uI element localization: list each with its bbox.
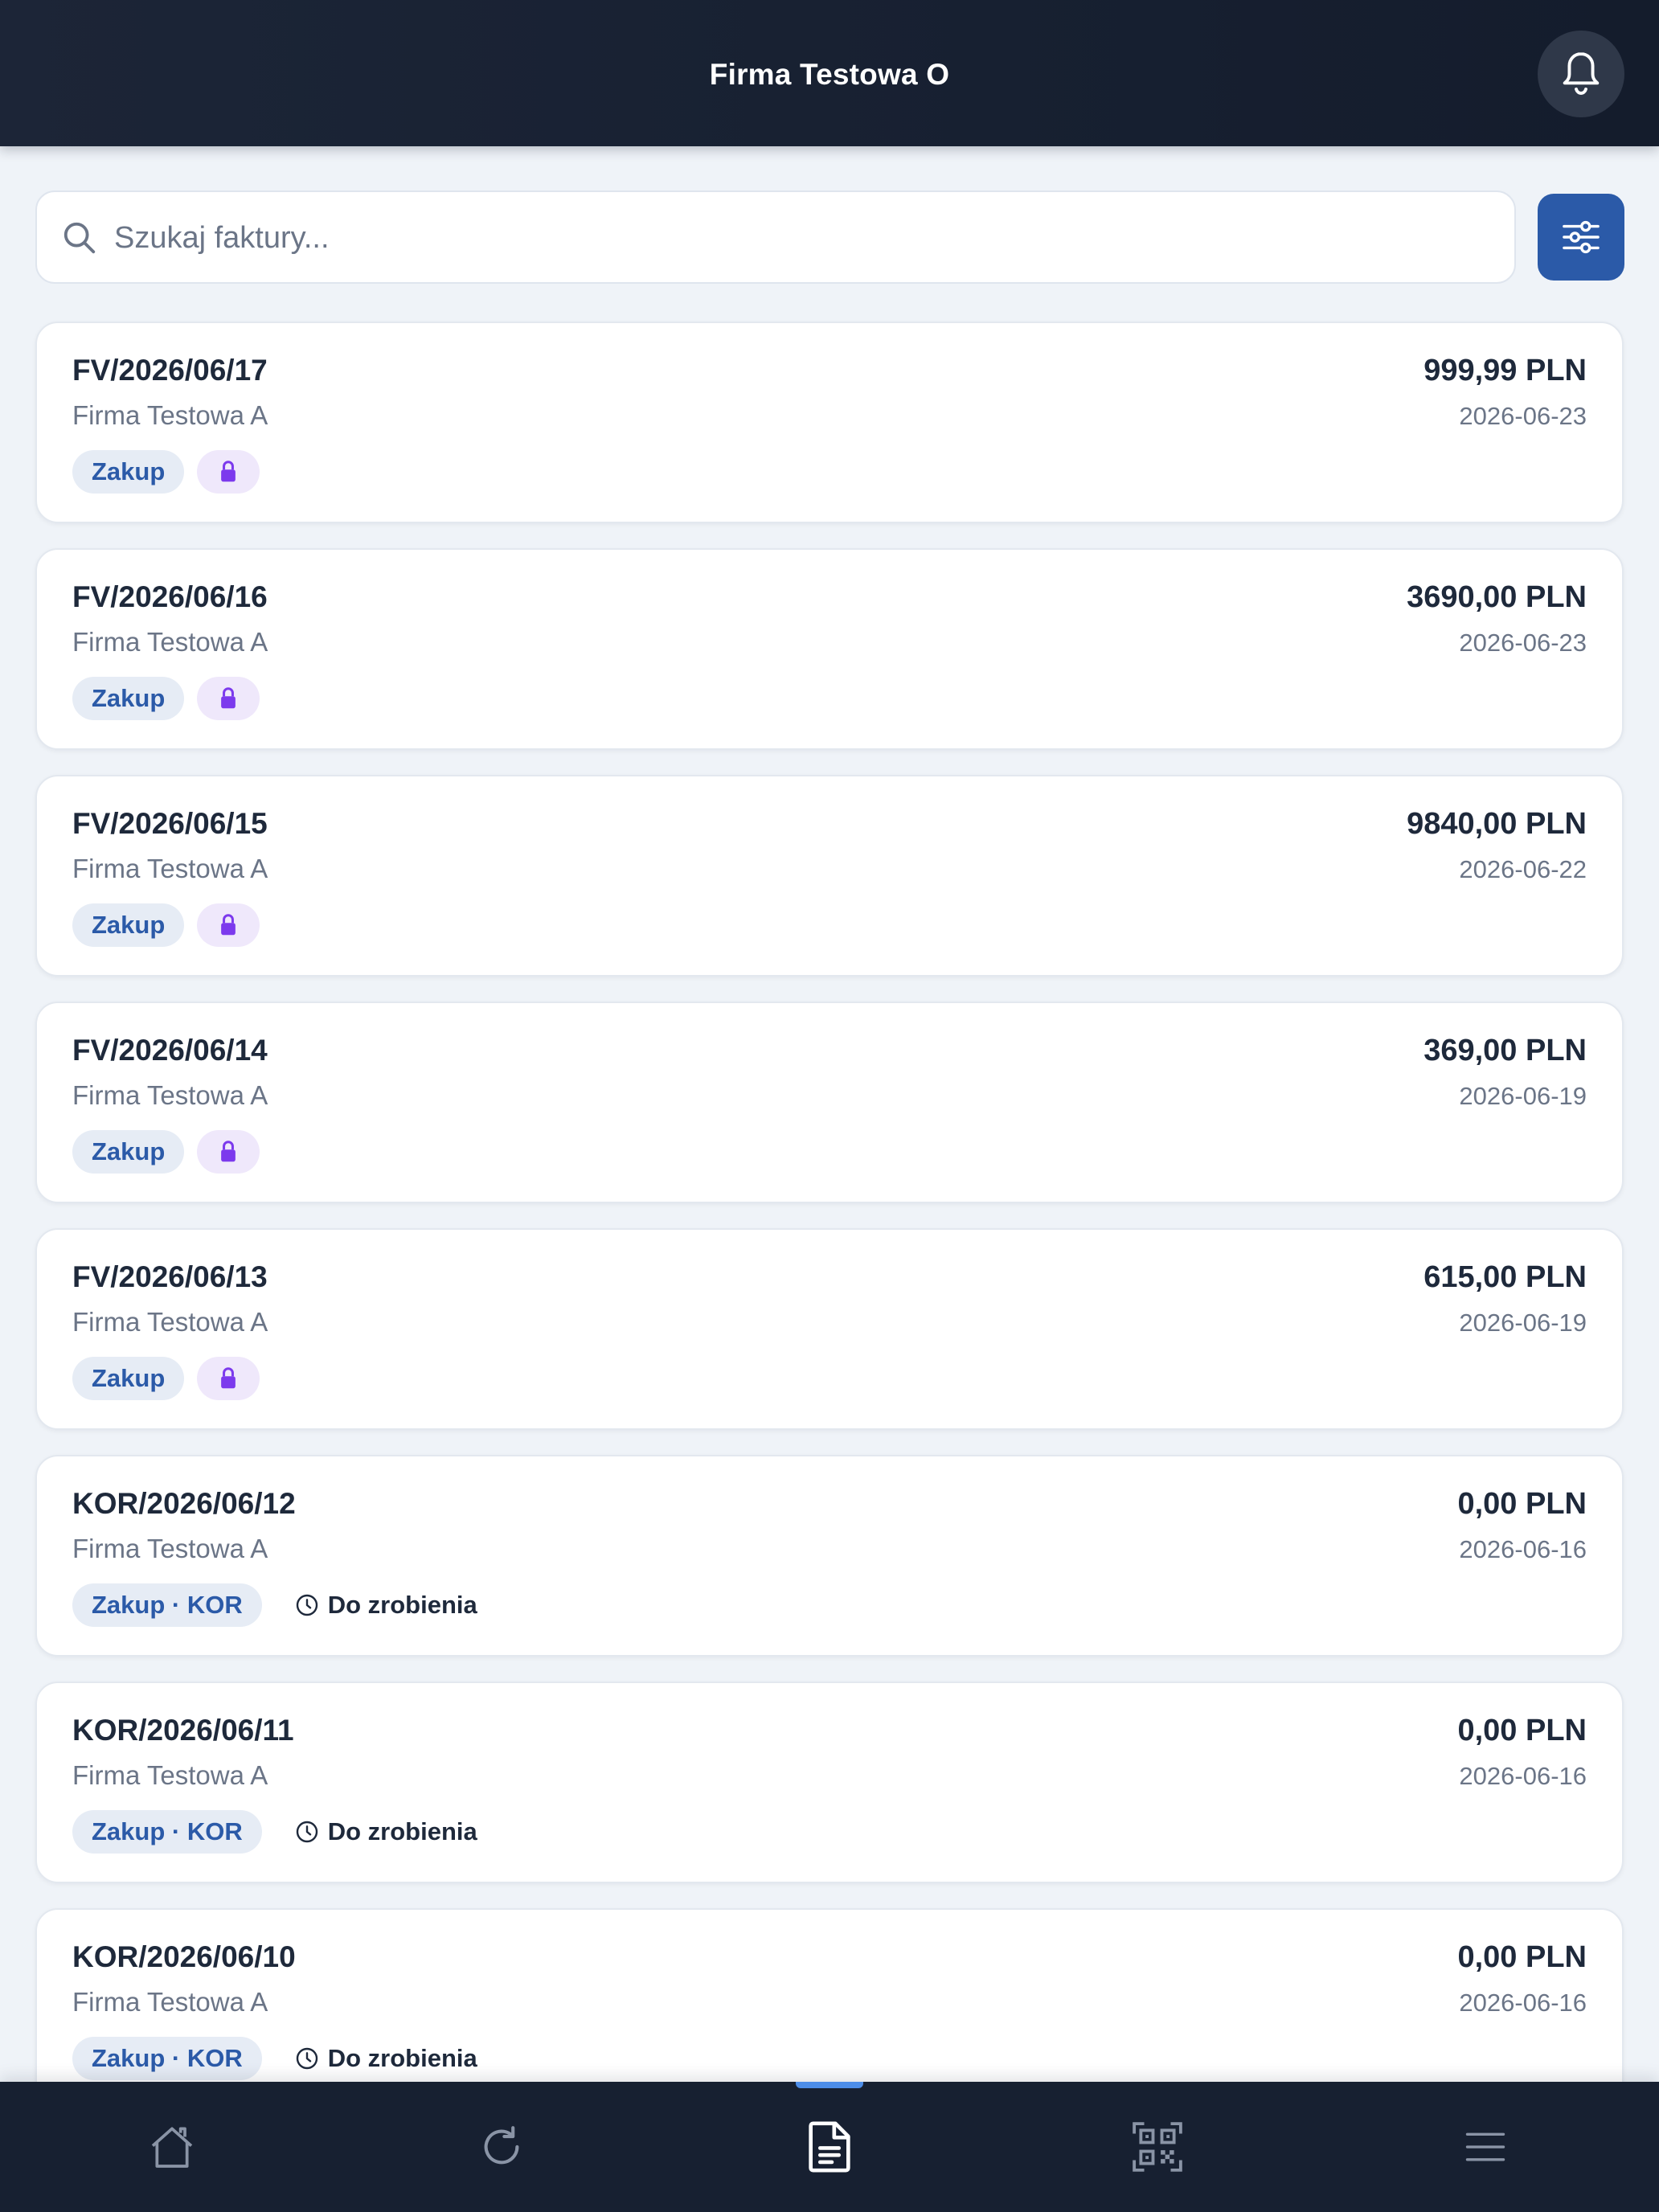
- invoice-date: 2026-06-23: [1459, 402, 1587, 430]
- app-root: Firma Testowa O FV/2026/06/17 Firma Testo…: [0, 0, 1659, 2212]
- status-label: Do zrobienia: [327, 1591, 477, 1619]
- status-label: Do zrobienia: [327, 2044, 477, 2072]
- status-indicator: Do zrobienia: [294, 1583, 477, 1627]
- invoice-amount: 0,00 PLN: [1457, 1940, 1587, 1974]
- filter-button[interactable]: [1538, 194, 1624, 281]
- invoice-tags: Zakup: [72, 1130, 260, 1174]
- invoice-company: Firma Testowa A: [72, 1534, 268, 1563]
- invoice-date: 2026-06-23: [1459, 629, 1587, 657]
- invoice-amount: 3690,00 PLN: [1407, 580, 1587, 614]
- status-indicator: Do zrobienia: [294, 1810, 477, 1854]
- nav-menu[interactable]: [1421, 2082, 1550, 2212]
- invoice-date: 2026-06-19: [1459, 1309, 1587, 1337]
- invoice-amount: 615,00 PLN: [1423, 1260, 1587, 1294]
- invoice-number: KOR/2026/06/11: [72, 1714, 294, 1747]
- lock-icon: [221, 914, 236, 936]
- invoice-date: 2026-06-16: [1459, 1989, 1587, 2017]
- invoice-tags: Zakup: [72, 1357, 260, 1400]
- home-icon: [151, 2127, 193, 2168]
- invoice-card[interactable]: FV/2026/06/16 Firma Testowa A 3690,00 PLN 2…: [35, 548, 1624, 750]
- nav-sync[interactable]: [437, 2082, 566, 2212]
- active-tab-indicator: [796, 2082, 863, 2088]
- invoice-date: 2026-06-22: [1459, 855, 1587, 883]
- invoice-date: 2026-06-16: [1459, 1535, 1587, 1563]
- invoice-tags: Zakup: [72, 677, 260, 720]
- invoice-card[interactable]: FV/2026/06/13 Firma Testowa A 615,00 PLN 20…: [35, 1228, 1624, 1430]
- invoice-tags: Zakup: [72, 450, 260, 494]
- invoice-company: Firma Testowa A: [72, 854, 268, 883]
- invoice-card[interactable]: FV/2026/06/14 Firma Testowa A 369,00 PLN 20…: [35, 1002, 1624, 1203]
- notifications-button[interactable]: [1538, 31, 1624, 117]
- sliders-icon: [1563, 220, 1600, 254]
- invoice-tags: Zakup · KOR Do zrobienia: [72, 2037, 477, 2080]
- invoice-type-tag: Zakup: [72, 1357, 185, 1400]
- invoice-amount: 999,99 PLN: [1423, 354, 1587, 387]
- locked-badge: [197, 450, 260, 494]
- invoice-type-tag: Zakup: [72, 450, 185, 494]
- invoice-amount: 9840,00 PLN: [1407, 807, 1587, 841]
- nav-invoices[interactable]: [765, 2082, 894, 2212]
- invoice-type-tag: Zakup: [72, 1130, 185, 1174]
- menu-icon: [1465, 2132, 1505, 2161]
- invoice-type-tag: Zakup · KOR: [72, 1583, 262, 1627]
- invoice-amount: 0,00 PLN: [1457, 1487, 1587, 1521]
- invoice-tags: Zakup · KOR Do zrobienia: [72, 1810, 477, 1854]
- status-label: Do zrobienia: [327, 1817, 477, 1845]
- invoice-card[interactable]: FV/2026/06/17 Firma Testowa A 999,99 PLN 20…: [35, 322, 1624, 523]
- bottom-navigation: [0, 2082, 1659, 2212]
- invoice-company: Firma Testowa A: [72, 1760, 268, 1790]
- status-indicator: Do zrobienia: [294, 2037, 477, 2080]
- top-bar: Firma Testowa O: [0, 0, 1659, 146]
- invoice-number: KOR/2026/06/12: [72, 1487, 296, 1520]
- bell-icon: [1563, 52, 1600, 95]
- clock-icon: [296, 1594, 317, 1616]
- invoice-number: FV/2026/06/13: [72, 1260, 268, 1293]
- invoice-card[interactable]: KOR/2026/06/10 Firma Testowa A 0,00 PLN 202…: [35, 1908, 1624, 2110]
- locked-badge: [197, 903, 260, 947]
- locked-badge: [197, 677, 260, 720]
- search-icon: [63, 222, 96, 254]
- invoice-company: Firma Testowa A: [72, 400, 268, 430]
- invoice-date: 2026-06-16: [1459, 1762, 1587, 1790]
- lock-icon: [221, 1367, 236, 1389]
- invoice-company: Firma Testowa A: [72, 1987, 268, 2017]
- invoice-tags: Zakup · KOR Do zrobienia: [72, 1583, 477, 1627]
- clock-icon: [296, 2047, 317, 2070]
- lock-icon: [221, 687, 236, 709]
- qr-code-icon: [1133, 2122, 1182, 2172]
- invoice-amount: 369,00 PLN: [1423, 1034, 1587, 1067]
- invoice-number: FV/2026/06/14: [72, 1034, 268, 1067]
- lock-icon: [221, 461, 236, 482]
- document-icon: [809, 2121, 850, 2173]
- locked-badge: [197, 1130, 260, 1174]
- invoice-type-tag: Zakup: [72, 677, 185, 720]
- invoice-amount: 0,00 PLN: [1457, 1714, 1587, 1747]
- nav-home[interactable]: [108, 2082, 236, 2212]
- invoice-type-tag: Zakup · KOR: [72, 1810, 262, 1854]
- nav-qr-scanner[interactable]: [1093, 2082, 1222, 2212]
- invoice-card[interactable]: FV/2026/06/15 Firma Testowa A 9840,00 PLN 2…: [35, 775, 1624, 977]
- invoice-number: FV/2026/06/16: [72, 580, 268, 613]
- invoice-number: FV/2026/06/17: [72, 354, 268, 387]
- search-box: [35, 190, 1516, 284]
- invoice-company: Firma Testowa A: [72, 627, 268, 657]
- invoice-tags: Zakup: [72, 903, 260, 947]
- company-title: Firma Testowa O: [709, 58, 950, 91]
- refresh-icon: [484, 2126, 519, 2165]
- invoice-number: FV/2026/06/15: [72, 807, 268, 840]
- invoice-type-tag: Zakup: [72, 903, 185, 947]
- clock-icon: [296, 1821, 317, 1843]
- lock-icon: [221, 1141, 236, 1162]
- invoice-card[interactable]: KOR/2026/06/12 Firma Testowa A 0,00 PLN 202…: [35, 1455, 1624, 1657]
- invoice-card[interactable]: KOR/2026/06/11 Firma Testowa A 0,00 PLN 202…: [35, 1682, 1624, 1883]
- locked-badge: [197, 1357, 260, 1400]
- invoice-type-tag: Zakup · KOR: [72, 2037, 262, 2080]
- invoice-company: Firma Testowa A: [72, 1307, 268, 1337]
- invoice-number: KOR/2026/06/10: [72, 1940, 296, 1973]
- search-input[interactable]: [114, 213, 1481, 263]
- invoice-company: Firma Testowa A: [72, 1080, 268, 1110]
- invoice-date: 2026-06-19: [1459, 1082, 1587, 1110]
